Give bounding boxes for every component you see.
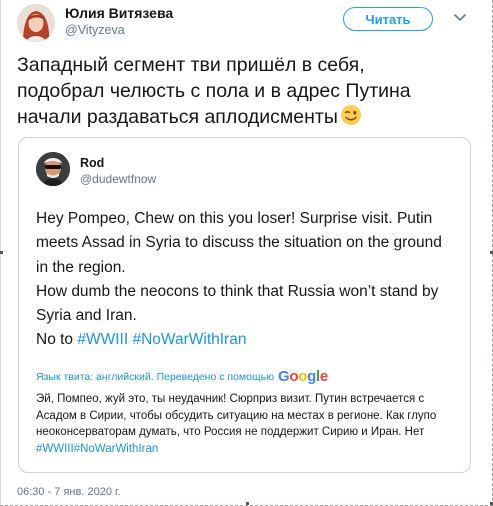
tweet-timestamp[interactable]: 06:30 - 7 янв. 2020 г. [17,486,121,498]
tweet-text-line: Западный сегмент тви пришёл в себя, [17,54,365,76]
winking-face-emoji-icon [340,105,361,125]
translation-attribution[interactable]: Язык твита: английский. Переведено с пом… [36,368,328,385]
author-handle[interactable]: @Vityzeva [65,23,125,37]
quoted-tweet-card[interactable]: Rod @dudewtfnow Hey Pompeo, Chew on this… [18,137,471,473]
hashtag-link[interactable]: #NoWarWithIran [132,331,246,348]
translated-text-line: Эй, Помпео, жуй это, ты неудачник! Сюрпр… [36,393,425,405]
quoted-text-line: meets Assad in Syria to discuss the situ… [36,234,442,252]
quoted-text-line: in the region. [36,258,126,276]
tweet-text-line: подобрал челюсть с пола и в адрес Путина [17,80,411,102]
avatar[interactable] [17,4,55,42]
quoted-text-line: How dumb the neocons to think that Russi… [36,282,439,300]
chevron-down-icon[interactable] [453,13,467,23]
quoted-author-name[interactable]: Rod [80,156,104,170]
translated-hashtags[interactable]: #WWIII#NoWarWithIran [36,441,466,458]
follow-button[interactable]: Читать [343,7,433,31]
quoted-tweet-text: Hey Pompeo, Chew on this you loser! Surp… [36,207,461,353]
translation-label: Язык твита: английский. Переведено с пом… [36,370,274,383]
resize-handle-left[interactable] [0,251,3,254]
hashtag-link[interactable]: #WWIII [77,331,128,348]
quoted-text-line: No to #WWIII #NoWarWithIran [36,331,247,349]
quoted-avatar[interactable] [36,152,70,186]
tweet-text-line: начали раздаваться аплодисменты [17,104,485,130]
translated-text: Эй, Помпео, жуй это, ты неудачник! Сюрпр… [36,391,466,457]
quoted-text-line: Syria and Iran. [36,307,137,325]
translated-text-line: неоконсерваторам думать, что Россия не п… [36,426,425,439]
quoted-author-handle[interactable]: @dudewtfnow [80,172,156,186]
author-name[interactable]: Юлия Витязева [65,5,173,21]
translated-text-line: Асадом в Сирии, чтобы обсудить ситуацию … [36,409,437,422]
tweet-text: Западный сегмент тви пришёл в себя, подо… [17,52,485,130]
resize-handle-bottom[interactable] [246,502,249,505]
google-logo: Google [277,368,328,385]
quoted-text-line: Hey Pompeo, Chew on this you loser! Surp… [36,210,433,227]
